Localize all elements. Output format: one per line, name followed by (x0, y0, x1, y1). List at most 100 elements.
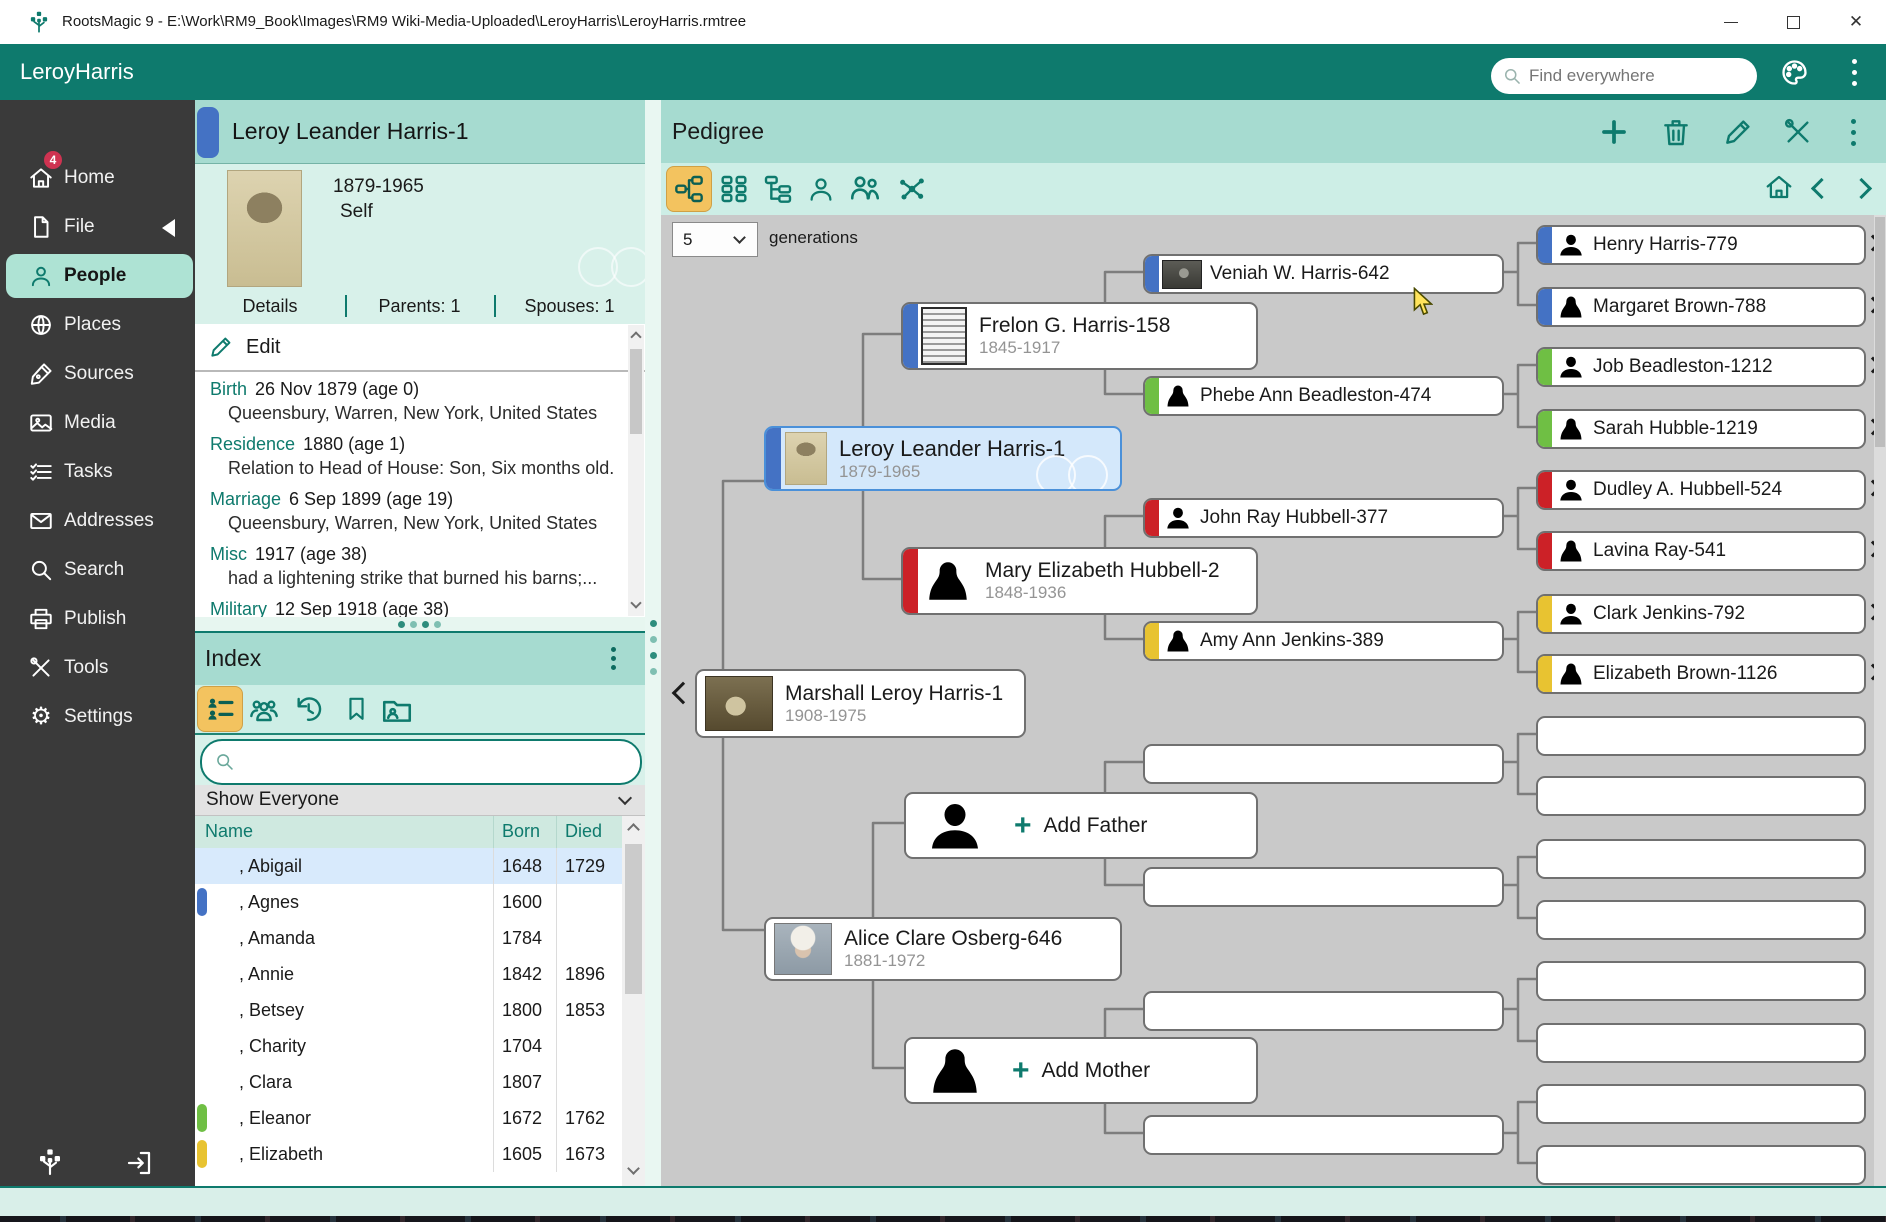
panel-splitter-vertical[interactable] (645, 100, 661, 1186)
generations-select[interactable]: 5 (672, 222, 758, 257)
events-scrollbar[interactable] (628, 325, 644, 616)
column-header-born[interactable]: Born (493, 816, 556, 848)
sidebar-item-people[interactable]: People (6, 254, 193, 298)
index-row-charity[interactable]: , Charity1704 (195, 1028, 622, 1065)
add-mother-button[interactable]: + Add Mother (904, 1037, 1258, 1104)
pedigree-card-lavina[interactable]: Lavina Ray-541 (1536, 531, 1866, 571)
pedigree-card-job[interactable]: Job Beadleston-1212 (1536, 347, 1866, 387)
index-row-betsey[interactable]: , Betsey18001853 (195, 992, 622, 1029)
tree-view-bottom-icon[interactable] (34, 1146, 66, 1178)
pedigree-card-amy[interactable]: Amy Ann Jenkins-389 (1143, 621, 1504, 661)
pedigree-card-phebe[interactable]: Phebe Ann Beadleston-474 (1143, 376, 1504, 416)
maximize-button[interactable] (1764, 0, 1822, 44)
pedigree-canvas[interactable]: 5 generations Frelon G. Harris-158 1845-… (661, 215, 1886, 1186)
pedigree-card-henry[interactable]: Henry Harris-779 (1536, 225, 1866, 265)
pedigree-card-dudley[interactable]: Dudley A. Hubbell-524 (1536, 470, 1866, 510)
pedigree-empty-slot[interactable] (1536, 1084, 1866, 1124)
index-row-eleanor[interactable]: , Eleanor16721762 (195, 1100, 622, 1137)
sidebar-item-search[interactable]: Search (6, 548, 189, 592)
column-header-name[interactable]: Name (195, 816, 493, 848)
person-photo[interactable] (227, 170, 302, 287)
add-person-icon[interactable] (1598, 116, 1630, 148)
index-row-elizabeth[interactable]: , Elizabeth16051673 (195, 1136, 622, 1173)
individual-view-icon[interactable] (806, 174, 836, 204)
history-icon[interactable] (292, 693, 324, 725)
couples-view-icon[interactable] (848, 172, 882, 206)
sidebar-item-places[interactable]: Places (6, 303, 189, 347)
event-row-residence[interactable]: Residence1880 (age 1) Relation to Head o… (195, 429, 623, 485)
pedigree-empty-slot[interactable] (1143, 991, 1504, 1031)
pedigree-empty-slot[interactable] (1143, 867, 1504, 907)
pedigree-empty-slot[interactable] (1536, 961, 1866, 1001)
index-menu-icon[interactable] (607, 643, 619, 673)
event-row-marriage[interactable]: Marriage6 Sep 1899 (age 19) Queensbury, … (195, 484, 623, 540)
pedigree-empty-slot[interactable] (1536, 776, 1866, 816)
event-row-military[interactable]: Military12 Sep 1918 (age 38) Warren, New… (195, 594, 623, 617)
pedigree-empty-slot[interactable] (1536, 1145, 1866, 1185)
pedigree-card-veniah[interactable]: Veniah W. Harris-642 (1143, 254, 1504, 294)
pedigree-empty-slot[interactable] (1143, 744, 1504, 784)
sidebar-item-settings[interactable]: ⚙ Settings (6, 695, 189, 739)
index-filter-dropdown[interactable]: Show Everyone (195, 785, 645, 816)
add-father-button[interactable]: + Add Father (904, 792, 1258, 859)
pedigree-card-sarah[interactable]: Sarah Hubble-1219 (1536, 409, 1866, 449)
index-row-annie[interactable]: , Annie18421896 (195, 956, 622, 993)
index-row-agnes[interactable]: , Agnes1600 (195, 884, 622, 921)
theme-palette-icon[interactable] (1779, 57, 1810, 88)
index-search-box[interactable] (200, 739, 642, 785)
pedigree-empty-slot[interactable] (1536, 716, 1866, 756)
close-button[interactable]: ✕ (1826, 0, 1886, 44)
events-scrollbar-thumb[interactable] (630, 349, 642, 434)
sidebar-item-sources[interactable]: Sources (6, 352, 189, 396)
event-row-birth[interactable]: Birth26 Nov 1879 (age 0) Queensbury, War… (195, 374, 623, 430)
pedigree-card-clark[interactable]: Clark Jenkins-792 (1536, 594, 1866, 634)
pedigree-scrollbar-thumb[interactable] (1875, 217, 1885, 447)
index-search-input[interactable] (242, 745, 626, 777)
index-view-people-list-button[interactable] (197, 686, 243, 732)
person-tools-icon[interactable] (1782, 116, 1814, 148)
delete-person-icon[interactable] (1660, 116, 1692, 148)
column-header-died[interactable]: Died (556, 816, 622, 848)
pedigree-card-leroy-selected[interactable]: Leroy Leander Harris-1 1879-1965 (764, 426, 1122, 491)
go-home-icon[interactable] (1764, 172, 1794, 202)
pedigree-card-elizabeth[interactable]: Elizabeth Brown-1126 (1536, 654, 1866, 694)
sidebar-item-tools[interactable]: Tools (6, 646, 189, 690)
index-scrollbar[interactable] (622, 816, 645, 1186)
pedigree-empty-slot[interactable] (1536, 1023, 1866, 1063)
find-everywhere-input[interactable] (1527, 61, 1746, 91)
tab-parents[interactable]: Parents: 1 (345, 296, 494, 317)
pedigree-menu-icon[interactable] (1846, 116, 1860, 148)
network-view-icon[interactable] (896, 173, 928, 205)
family-view-icon[interactable] (718, 173, 750, 205)
pedigree-card-margaret[interactable]: Margaret Brown-788 (1536, 287, 1866, 327)
edit-person-icon[interactable] (1722, 116, 1754, 148)
pedigree-card-marshall[interactable]: Marshall Leroy Harris-1 1908-1975 (695, 669, 1026, 738)
pedigree-empty-slot[interactable] (1536, 839, 1866, 879)
nav-forward-icon[interactable] (1851, 178, 1872, 199)
sidebar-item-media[interactable]: Media (6, 401, 189, 445)
index-row-abigail[interactable]: , Abigail16481729 (195, 848, 622, 885)
sidebar-item-addresses[interactable]: Addresses (6, 499, 189, 543)
minimize-button[interactable] (1702, 0, 1760, 44)
pedigree-card-alice[interactable]: Alice Clare Osberg-646 1881-1972 (764, 917, 1122, 981)
pedigree-card-john[interactable]: John Ray Hubbell-377 (1143, 498, 1504, 538)
tab-details[interactable]: Details (195, 296, 345, 317)
bookmark-icon[interactable] (342, 694, 371, 723)
descendants-view-icon[interactable] (762, 173, 794, 205)
index-scrollbar-thumb[interactable] (625, 844, 642, 994)
tab-spouses[interactable]: Spouses: 1 (494, 296, 645, 317)
pedigree-card-frelon[interactable]: Frelon G. Harris-158 1845-1917 (901, 302, 1258, 370)
sidebar-item-home[interactable]: 4 Home (6, 156, 189, 200)
sidebar-item-file[interactable]: File (6, 205, 189, 249)
sidebar-item-publish[interactable]: Publish (6, 597, 189, 641)
groups-icon[interactable] (248, 694, 280, 726)
pedigree-scrollbar[interactable] (1874, 215, 1886, 1186)
index-row-clara[interactable]: , Clara1807 (195, 1064, 622, 1101)
pedigree-empty-slot[interactable] (1143, 1115, 1504, 1155)
find-everywhere-box[interactable] (1491, 58, 1757, 94)
sidebar-item-tasks[interactable]: Tasks (6, 450, 189, 494)
exit-icon[interactable] (124, 1148, 154, 1178)
app-menu-icon[interactable] (1847, 57, 1861, 88)
person-folder-icon[interactable] (380, 693, 414, 727)
edit-row[interactable]: Edit (195, 324, 645, 372)
